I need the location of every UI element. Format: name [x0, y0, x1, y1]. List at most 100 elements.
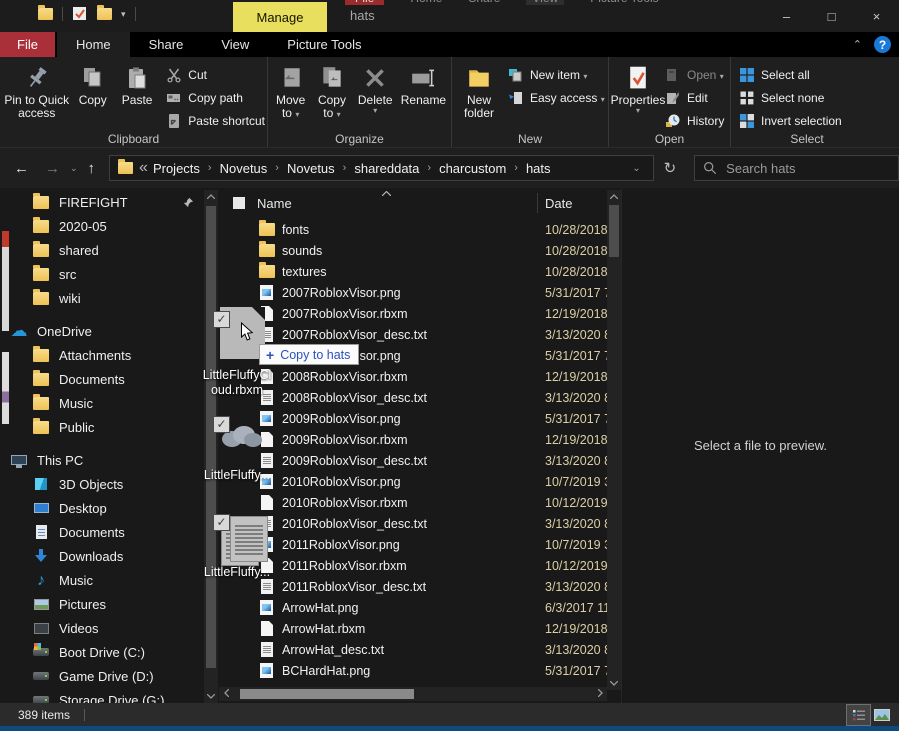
- tab-share[interactable]: Share: [130, 32, 203, 57]
- back-button[interactable]: ←: [6, 160, 37, 177]
- easy-access-button[interactable]: Easy access ▾: [508, 87, 605, 108]
- horizontal-scrollbar[interactable]: [219, 687, 607, 701]
- qat-folder2-icon[interactable]: [97, 8, 112, 20]
- search-box[interactable]: [694, 155, 899, 181]
- breadcrumb-separator-icon[interactable]: ›: [267, 162, 287, 174]
- breadcrumb-label[interactable]: charcustom: [439, 161, 506, 176]
- sidebar-item[interactable]: Videos: [0, 616, 204, 640]
- sidebar-item[interactable]: Documents: [0, 520, 204, 544]
- sidebar-item[interactable]: OneDrive: [0, 319, 204, 343]
- sidebar-item[interactable]: Boot Drive (C:): [0, 640, 204, 664]
- breadcrumb-separator-icon[interactable]: ›: [335, 162, 355, 174]
- copy-to-button[interactable]: Copy to ▾: [311, 59, 352, 120]
- sidebar-item[interactable]: Game Drive (D:): [0, 664, 204, 688]
- file-row[interactable]: 2011RobloxVisor.rbxm 10/12/2019: [219, 555, 607, 576]
- move-to-button[interactable]: Move to ▾: [270, 59, 311, 120]
- qat-checkmark-icon[interactable]: [72, 6, 88, 22]
- forward-button[interactable]: →: [37, 160, 68, 177]
- sidebar-item[interactable]: Downloads: [0, 544, 204, 568]
- file-row[interactable]: 2010RobloxVisor_desc.txt 3/13/2020 8: [219, 513, 607, 534]
- sidebar-item[interactable]: shared: [0, 238, 204, 262]
- file-row[interactable]: 2010RobloxVisor.png 10/7/2019 3: [219, 471, 607, 492]
- file-row[interactable]: 2007RobloxVisor.png 5/31/2017 7: [219, 282, 607, 303]
- scroll-down-icon[interactable]: [607, 677, 621, 690]
- tab-file[interactable]: File: [0, 32, 55, 57]
- scroll-down-icon[interactable]: [204, 690, 218, 703]
- file-row[interactable]: ArrowHat.png 6/3/2017 11: [219, 597, 607, 618]
- file-row[interactable]: ArrowHat_desc.txt 3/13/2020 8: [219, 639, 607, 660]
- search-input[interactable]: [726, 161, 876, 176]
- close-button[interactable]: ×: [854, 0, 899, 32]
- open-button[interactable]: Open ▾: [665, 64, 724, 85]
- file-row[interactable]: 2011RobloxVisor_desc.txt 3/13/2020 8: [219, 576, 607, 597]
- sidebar-item[interactable]: Music: [0, 568, 204, 592]
- breadcrumb-label[interactable]: Projects: [153, 161, 200, 176]
- manage-contextual-tab[interactable]: Manage: [233, 2, 327, 32]
- sidebar-item[interactable]: Public: [0, 415, 204, 439]
- scroll-up-icon[interactable]: [607, 190, 621, 203]
- cut-button[interactable]: Cut: [166, 64, 265, 85]
- sidebar-item[interactable]: wiki: [0, 286, 204, 310]
- file-row[interactable]: 2007RobloxVisor.rbxm 12/19/2018: [219, 303, 607, 324]
- breadcrumb-overflow-icon[interactable]: «: [139, 159, 148, 177]
- sidebar-item[interactable]: Desktop: [0, 496, 204, 520]
- file-row[interactable]: 2011RobloxVisor.png 10/7/2019 3: [219, 534, 607, 555]
- file-row[interactable]: 2008RobloxVisor_desc.txt 3/13/2020 8: [219, 387, 607, 408]
- breadcrumb-separator-icon[interactable]: ›: [200, 162, 220, 174]
- invert-selection-button[interactable]: Invert selection: [739, 110, 842, 131]
- breadcrumb-separator-icon[interactable]: ›: [506, 162, 526, 174]
- properties-button[interactable]: Properties ▾: [611, 59, 665, 115]
- file-list-scrollbar[interactable]: [607, 190, 621, 690]
- sidebar-item[interactable]: FIREFIGHT: [0, 190, 204, 214]
- file-row[interactable]: 2008RobloxVisor.png 5/31/2017 7: [219, 345, 607, 366]
- breadcrumb-separator-icon[interactable]: ›: [419, 162, 439, 174]
- select-none-button[interactable]: Select none: [739, 87, 842, 108]
- minimize-button[interactable]: –: [764, 0, 809, 32]
- qat-folder-icon[interactable]: [38, 8, 53, 20]
- sidebar-item[interactable]: src: [0, 262, 204, 286]
- copy-path-button[interactable]: Copy path: [166, 87, 265, 108]
- file-row[interactable]: sounds 10/28/2018: [219, 240, 607, 261]
- qat-customize-caret-icon[interactable]: ▾: [121, 9, 126, 20]
- scroll-right-icon[interactable]: [593, 687, 607, 701]
- address-dropdown-chevron-icon[interactable]: ⌄: [624, 163, 648, 174]
- tab-picture-tools[interactable]: Picture Tools: [268, 32, 380, 57]
- new-folder-button[interactable]: New folder: [454, 59, 504, 120]
- rename-button[interactable]: Rename: [398, 59, 449, 107]
- recent-locations-chevron-icon[interactable]: ⌄: [68, 163, 80, 174]
- edit-button[interactable]: Edit: [665, 87, 724, 108]
- details-view-button[interactable]: [847, 705, 870, 725]
- scroll-up-icon[interactable]: [204, 190, 218, 203]
- tab-home[interactable]: Home: [57, 32, 130, 57]
- paste-button[interactable]: Paste: [114, 59, 160, 107]
- file-row[interactable]: textures 10/28/2018: [219, 261, 607, 282]
- column-divider[interactable]: [537, 193, 538, 213]
- thumbnail-view-button[interactable]: [870, 705, 893, 725]
- sidebar-item[interactable]: This PC: [0, 448, 204, 472]
- tab-view[interactable]: View: [202, 32, 268, 57]
- file-row[interactable]: 2009RobloxVisor.png 5/31/2017 7: [219, 408, 607, 429]
- sidebar-item[interactable]: Storage Drive (G:): [0, 688, 204, 703]
- new-item-button[interactable]: New item ▾: [508, 64, 605, 85]
- breadcrumb-label[interactable]: hats: [526, 161, 551, 176]
- sidebar-item[interactable]: Pictures: [0, 592, 204, 616]
- pin-to-quick-access-button[interactable]: Pin to Quick access: [2, 59, 71, 120]
- select-all-button[interactable]: Select all: [739, 64, 842, 85]
- copy-button[interactable]: Copy: [71, 59, 113, 107]
- file-row[interactable]: 2009RobloxVisor_desc.txt 3/13/2020 8: [219, 450, 607, 471]
- file-row[interactable]: 2009RobloxVisor.rbxm 12/19/2018: [219, 429, 607, 450]
- scrollbar-thumb[interactable]: [206, 206, 216, 668]
- sidebar-scrollbar[interactable]: [204, 190, 218, 703]
- select-all-checkbox[interactable]: [233, 197, 245, 209]
- scrollbar-thumb[interactable]: [609, 205, 619, 257]
- collapse-ribbon-icon[interactable]: ⌃: [853, 38, 862, 51]
- sidebar-item[interactable]: 2020-05: [0, 214, 204, 238]
- column-header-date[interactable]: Date: [545, 196, 572, 211]
- scroll-left-icon[interactable]: [219, 687, 233, 701]
- history-button[interactable]: History: [665, 110, 724, 131]
- sidebar-item[interactable]: Music: [0, 391, 204, 415]
- up-button[interactable]: ↑: [80, 160, 104, 177]
- file-row[interactable]: 2008RobloxVisor.rbxm 12/19/2018: [219, 366, 607, 387]
- delete-button[interactable]: Delete ▾: [353, 59, 398, 115]
- help-icon[interactable]: ?: [874, 36, 891, 53]
